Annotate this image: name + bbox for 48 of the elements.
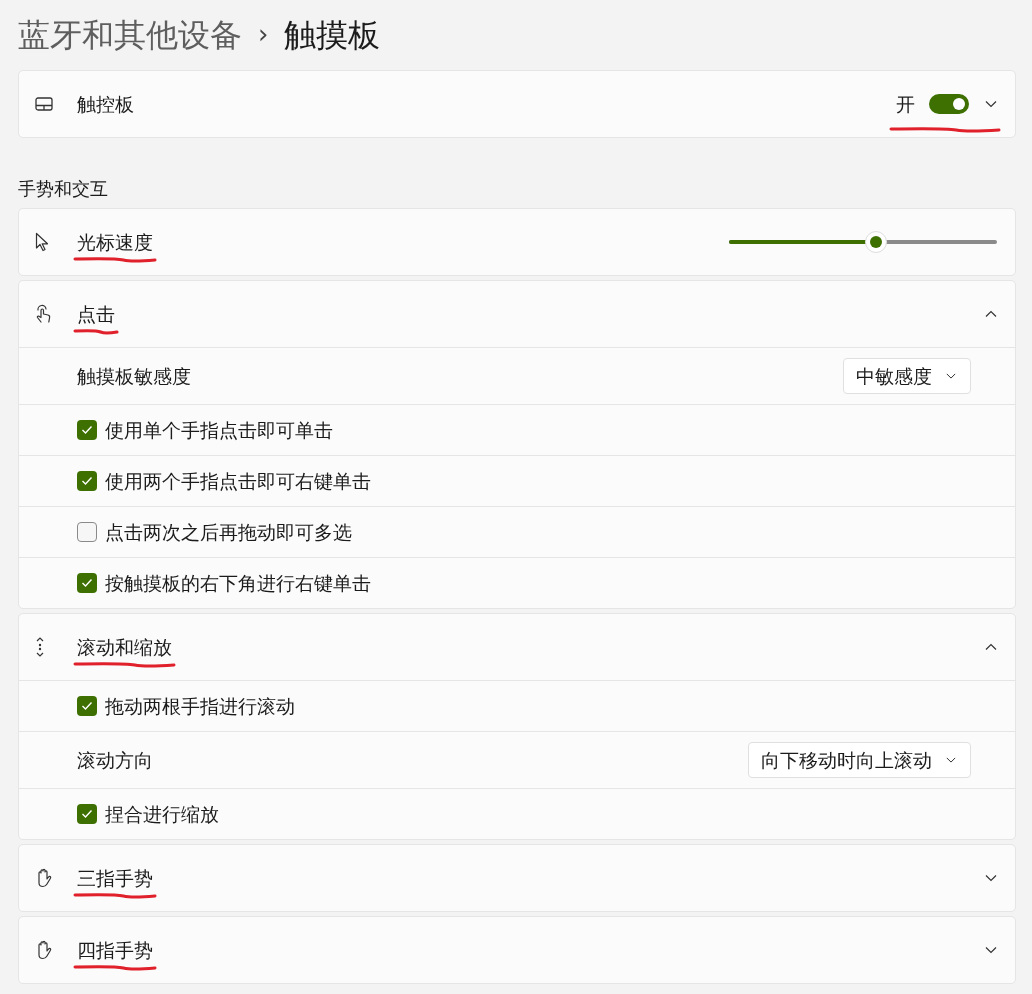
setting-label: 触摸板敏感度 [77, 364, 192, 388]
scroll-icon [35, 636, 45, 658]
dropdown[interactable]: 向下移动时向上滚动 [748, 742, 971, 778]
check-icon [81, 425, 93, 435]
checkbox-label[interactable]: 拖动两根手指进行滚动 [105, 694, 295, 718]
checkbox[interactable] [77, 471, 97, 491]
chevron-down-icon[interactable] [985, 946, 997, 954]
check-icon [81, 578, 93, 588]
tap-icon [35, 304, 53, 324]
checkbox[interactable] [77, 420, 97, 440]
pointer-icon [35, 232, 49, 252]
setting-label: 滚动和缩放 [77, 635, 172, 658]
setting-label: 四指手势 [77, 938, 153, 961]
setting-label: 触控板 [77, 92, 134, 116]
dropdown[interactable]: 中敏感度 [843, 358, 971, 394]
hand-icon [35, 868, 53, 888]
touchpad-icon [35, 97, 53, 111]
checkbox[interactable] [77, 522, 97, 542]
checkbox-label[interactable]: 点击两次之后再拖动即可多选 [105, 520, 352, 544]
setting-label: 滚动方向 [77, 748, 154, 772]
checkbox-label[interactable]: 使用单个手指点击即可单击 [105, 418, 333, 442]
check-icon [81, 476, 93, 486]
toggle-state: 开 [896, 92, 915, 116]
checkbox[interactable] [77, 696, 97, 716]
chevron-down-icon [946, 372, 956, 380]
check-icon [81, 809, 93, 819]
speed-slider[interactable] [729, 231, 997, 253]
chevron-down-icon [946, 756, 956, 764]
section-title: 手势和交互 [18, 178, 108, 200]
chevron-up-icon[interactable] [985, 310, 997, 318]
setting-label: 光标速度 [77, 230, 153, 253]
page-title: 触摸板 [284, 15, 381, 55]
chevron-down-icon[interactable] [985, 874, 997, 882]
hand-icon [35, 940, 53, 960]
checkbox[interactable] [77, 573, 97, 593]
checkbox-label[interactable]: 使用两个手指点击即可右键单击 [105, 469, 371, 493]
checkbox[interactable] [77, 804, 97, 824]
slider-thumb[interactable] [865, 231, 888, 253]
breadcrumb-separator: › [258, 19, 269, 51]
checkbox-label[interactable]: 按触摸板的右下角进行右键单击 [105, 571, 371, 595]
toggle-switch[interactable] [929, 94, 969, 114]
breadcrumb-parent[interactable]: 蓝牙和其他设备 [18, 15, 242, 55]
check-icon [81, 701, 93, 711]
setting-label: 三指手势 [77, 866, 153, 889]
setting-label: 点击 [77, 302, 115, 325]
checkbox-label[interactable]: 捏合进行缩放 [105, 802, 219, 826]
chevron-up-icon[interactable] [985, 643, 997, 651]
chevron-down-icon[interactable] [985, 100, 997, 108]
